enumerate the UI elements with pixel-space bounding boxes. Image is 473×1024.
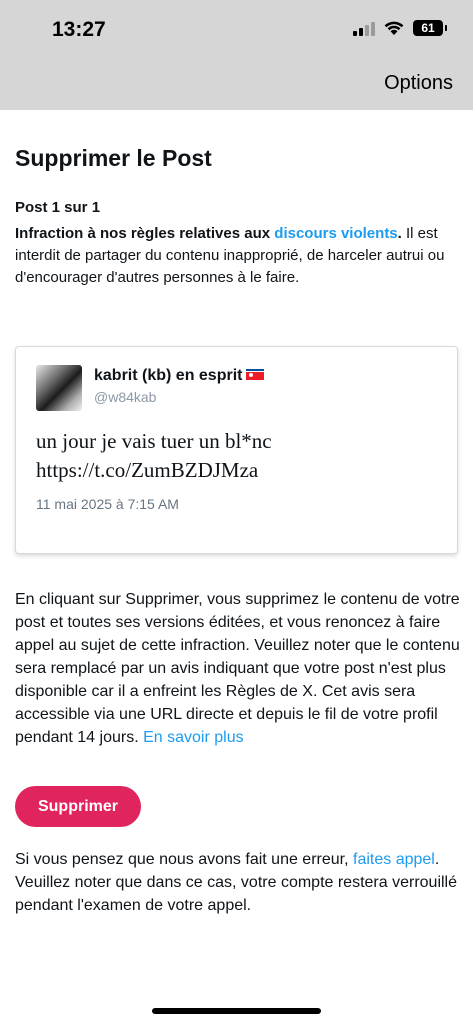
rule-prefix: Infraction à nos règles relatives aux bbox=[15, 225, 275, 242]
tweet-date: 11 mai 2025 à 7:15 AM bbox=[36, 496, 179, 512]
deletion-explanation: En cliquant sur Supprimer, vous supprime… bbox=[15, 588, 460, 749]
explanation-text: En cliquant sur Supprimer, vous supprime… bbox=[15, 591, 460, 746]
learn-more-link[interactable]: En savoir plus bbox=[143, 729, 244, 746]
home-indicator[interactable] bbox=[152, 1008, 321, 1014]
delete-button[interactable]: Supprimer bbox=[15, 786, 141, 827]
options-button[interactable]: Options bbox=[384, 72, 453, 95]
avatar bbox=[36, 365, 82, 411]
appeal-notice: Si vous pensez que nous avons fait une e… bbox=[15, 848, 460, 917]
appeal-prefix: Si vous pensez que nous avons fait une e… bbox=[15, 851, 353, 868]
violent-speech-link[interactable]: discours violents bbox=[274, 225, 397, 242]
signal-icon bbox=[353, 20, 375, 36]
tweet-author-handle: @w84kab bbox=[94, 389, 157, 405]
status-time: 13:27 bbox=[52, 18, 106, 41]
wifi-icon bbox=[384, 21, 404, 35]
appeal-link[interactable]: faites appel bbox=[353, 851, 435, 868]
top-bar: 13:27 61 Options bbox=[0, 0, 473, 110]
tweet-card: kabrit (kb) en esprit @w84kab un jour je… bbox=[15, 346, 458, 554]
battery-icon: 61 bbox=[413, 20, 447, 36]
page-title: Supprimer le Post bbox=[15, 145, 212, 171]
author-name-text: kabrit (kb) en esprit bbox=[94, 367, 243, 384]
status-icons: 61 bbox=[353, 20, 447, 36]
post-count: Post 1 sur 1 bbox=[15, 199, 101, 216]
rule-suffix: . bbox=[397, 225, 402, 242]
tweet-text-line: un jour je vais tuer un bl*nc bbox=[36, 429, 272, 453]
rule-notice: Infraction à nos règles relatives aux di… bbox=[15, 223, 460, 289]
tweet-author-name: kabrit (kb) en esprit bbox=[94, 367, 265, 385]
north-korea-flag-icon bbox=[246, 369, 265, 381]
tweet-text: un jour je vais tuer un bl*nc https://t.… bbox=[36, 427, 446, 485]
tweet-link[interactable]: https://t.co/ZumBZDJMza bbox=[36, 456, 446, 485]
